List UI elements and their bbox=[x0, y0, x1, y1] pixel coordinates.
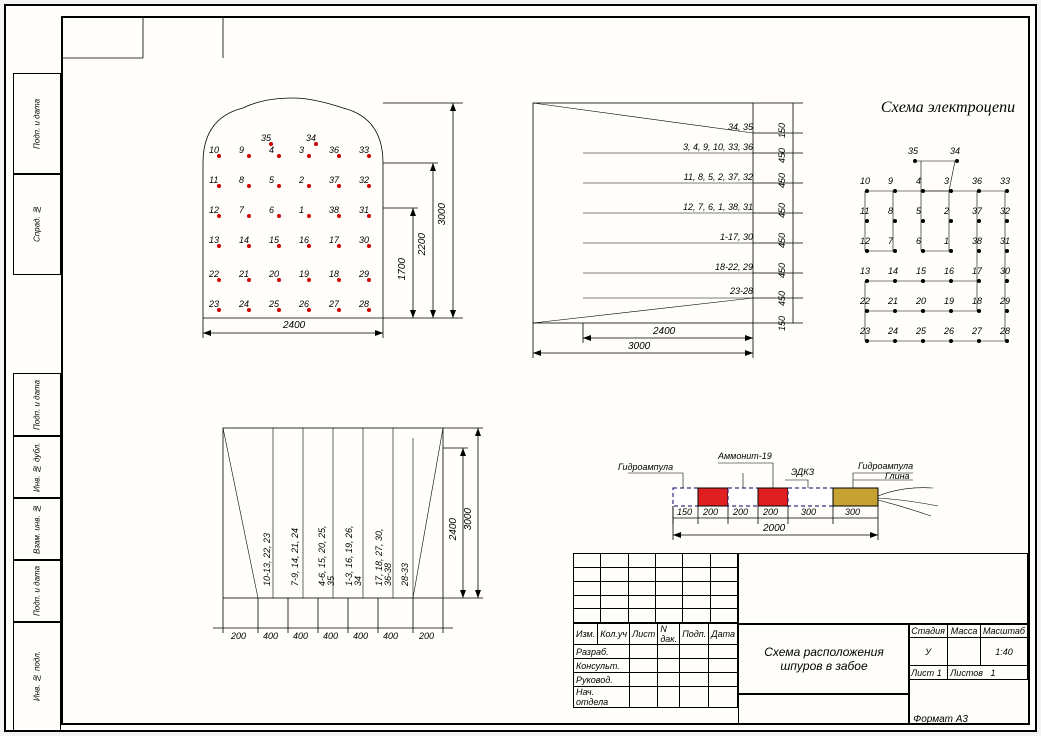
side-stamp: Подп. и дата Спрад. № Подп. и дата Инв. … bbox=[13, 13, 59, 723]
section-view: 34, 353, 4, 9, 10, 33, 3611, 8, 5, 2, 37… bbox=[523, 93, 863, 363]
circuit-view: Схема электроцепи 3534109433633118523732… bbox=[858, 113, 1041, 343]
format-label: Формат А3 bbox=[913, 715, 968, 725]
circuit-title: Схема электроцепи bbox=[848, 98, 1041, 117]
face-view: 3534109433633118523732127613831131415161… bbox=[193, 103, 453, 353]
plan-view: 10-13, 22, 237-9, 14, 21, 244-6, 15, 20,… bbox=[183, 418, 513, 648]
title-block: Изм.Кол.уч ЛистN дак. Подп.Дата Разраб. … bbox=[573, 553, 1028, 723]
